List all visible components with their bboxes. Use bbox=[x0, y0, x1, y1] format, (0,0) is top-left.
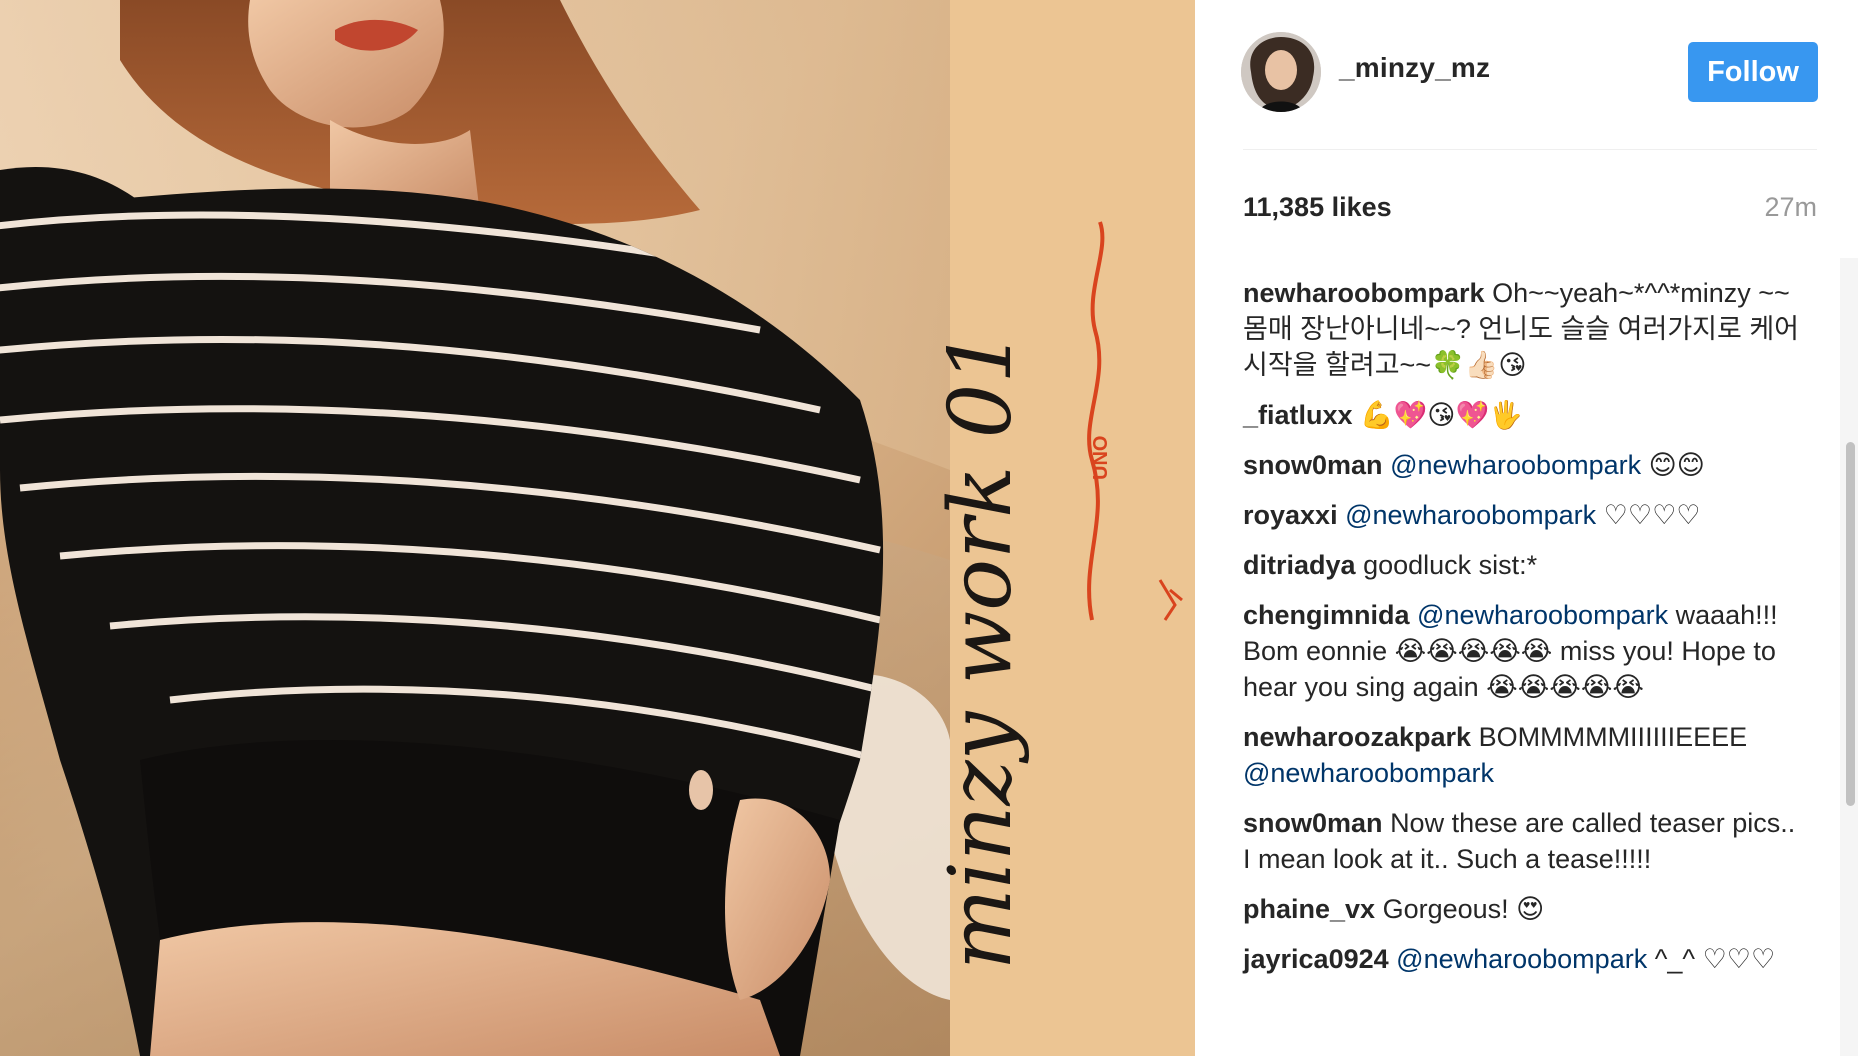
comment-text: Gorgeous! 😍 bbox=[1382, 894, 1545, 924]
comment-item: _fiatluxx 💪💖😘💖🖐 bbox=[1243, 397, 1805, 433]
comment-mention[interactable]: @newharoobompark bbox=[1390, 450, 1641, 480]
avatar-image bbox=[1241, 32, 1321, 112]
comment-item: ditriadya goodluck sist:* bbox=[1243, 547, 1805, 583]
comment-mention[interactable]: @newharoobompark bbox=[1243, 758, 1494, 788]
comment-text: ♡♡♡♡ bbox=[1603, 500, 1701, 530]
comment-username[interactable]: chengimnida bbox=[1243, 600, 1410, 630]
comments-list: newharoobompark Oh~~yeah~*^^*minzy ~~몸매 … bbox=[1243, 275, 1805, 991]
comment-text: BOMMMMMIIIIIIEEEE bbox=[1478, 722, 1748, 752]
comment-username[interactable]: snow0man bbox=[1243, 808, 1383, 838]
comment-item: chengimnida @newharoobompark waaah!!! Bo… bbox=[1243, 597, 1805, 705]
comment-item: phaine_vx Gorgeous! 😍 bbox=[1243, 891, 1805, 927]
image-uno-badge: UNO bbox=[1090, 436, 1112, 480]
comment-text: ^_^ ♡♡♡ bbox=[1654, 944, 1776, 974]
comment-mention[interactable]: @newharoobompark bbox=[1417, 600, 1668, 630]
comment-mention[interactable]: @newharoobompark bbox=[1345, 500, 1596, 530]
follow-button[interactable]: Follow bbox=[1688, 42, 1818, 102]
author-username[interactable]: _minzy_mz bbox=[1339, 52, 1490, 84]
comment-username[interactable]: newharoozakpark bbox=[1243, 722, 1471, 752]
comment-text: goodluck sist:* bbox=[1363, 550, 1538, 580]
likes-count[interactable]: 11,385 likes bbox=[1243, 192, 1392, 223]
instagram-post-page: minzy work 01 UNO _minzy_mz Follow 11,38… bbox=[0, 0, 1858, 1056]
comment-item: jayrica0924 @newharoobompark ^_^ ♡♡♡ bbox=[1243, 941, 1805, 977]
comment-mention[interactable]: @newharoobompark bbox=[1396, 944, 1647, 974]
comment-text: 😊😊 bbox=[1648, 450, 1705, 480]
comment-item: royaxxi @newharoobompark ♡♡♡♡ bbox=[1243, 497, 1805, 533]
comment-username[interactable]: phaine_vx bbox=[1243, 894, 1375, 924]
comment-item: snow0man @newharoobompark 😊😊 bbox=[1243, 447, 1805, 483]
post-sidebar: _minzy_mz Follow 11,385 likes 27m newhar… bbox=[1195, 0, 1858, 1056]
comment-item: newharoobompark Oh~~yeah~*^^*minzy ~~몸매 … bbox=[1243, 275, 1805, 383]
comment-username[interactable]: _fiatluxx bbox=[1243, 400, 1353, 430]
comment-item: newharoozakpark BOMMMMMIIIIIIEEEE @newha… bbox=[1243, 719, 1805, 791]
comment-username[interactable]: ditriadya bbox=[1243, 550, 1356, 580]
comment-username[interactable]: jayrica0924 bbox=[1243, 944, 1389, 974]
comment-text: 💪💖😘💖🖐 bbox=[1360, 400, 1523, 430]
comment-username[interactable]: snow0man bbox=[1243, 450, 1383, 480]
comment-item: snow0man Now these are called teaser pic… bbox=[1243, 805, 1805, 877]
comment-username[interactable]: royaxxi bbox=[1243, 500, 1338, 530]
author-avatar[interactable] bbox=[1241, 32, 1321, 112]
comments-scrollbar-thumb[interactable] bbox=[1846, 442, 1855, 806]
header-divider bbox=[1243, 149, 1817, 150]
post-photo-artwork: minzy work 01 UNO bbox=[0, 0, 1195, 1056]
post-timestamp[interactable]: 27m bbox=[1764, 192, 1817, 223]
comment-username[interactable]: newharoobompark bbox=[1243, 278, 1485, 308]
post-image[interactable]: minzy work 01 UNO bbox=[0, 0, 1195, 1056]
image-script-title: minzy work 01 bbox=[931, 329, 1031, 970]
